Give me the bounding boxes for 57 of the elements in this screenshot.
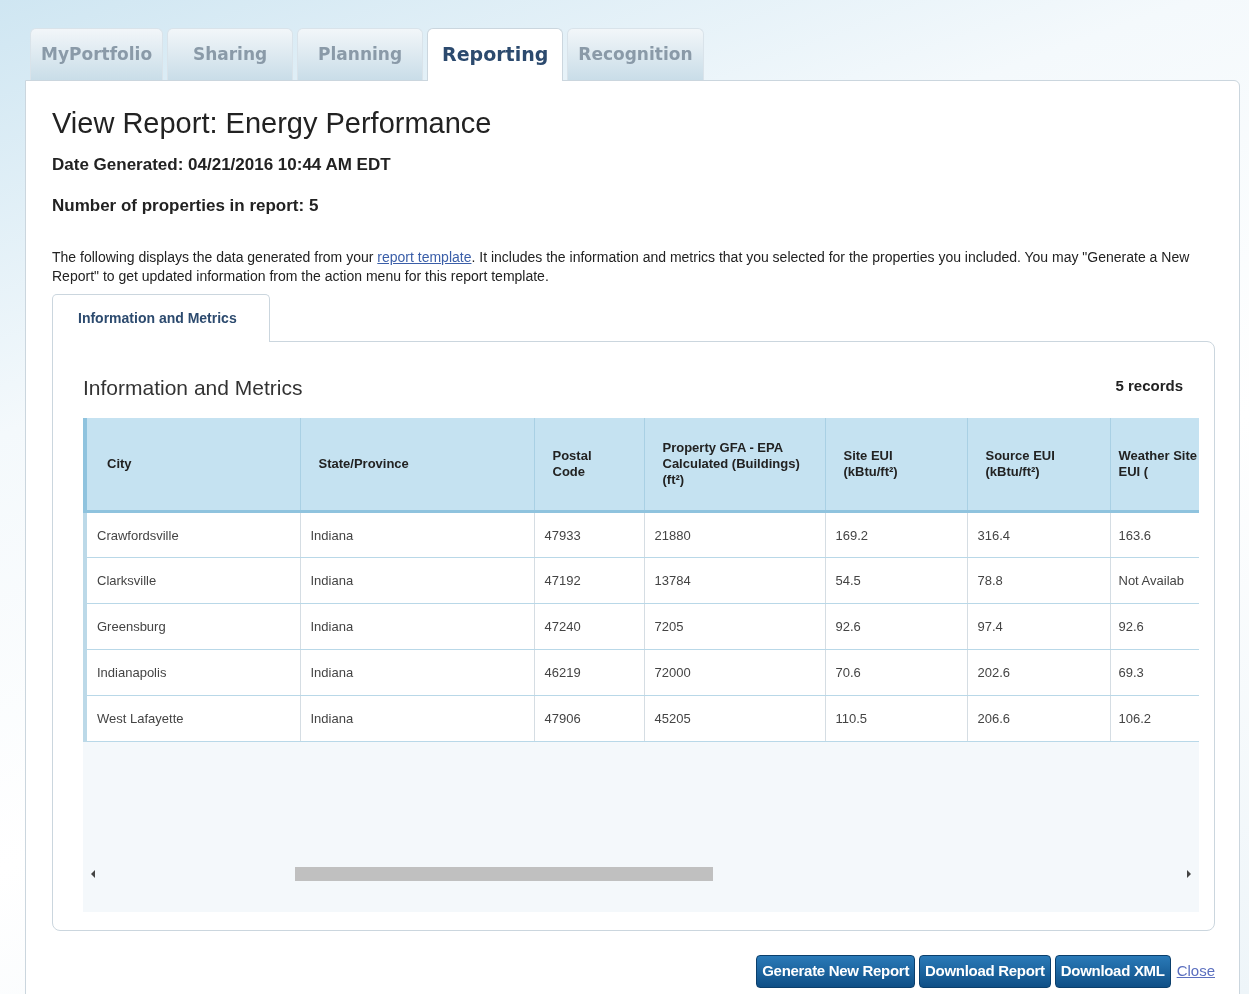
table-cell: 169.2 [825, 511, 967, 558]
close-link[interactable]: Close [1176, 960, 1215, 983]
table-cell: Indiana [300, 511, 534, 558]
table-cell: 92.6 [825, 603, 967, 650]
table-cell: 7205 [644, 603, 825, 650]
sub-tab[interactable]: Information and Metrics [52, 294, 270, 343]
table-cell: 70.6 [825, 649, 967, 696]
report-title: View Report: Energy Performance [52, 105, 493, 141]
action-button[interactable]: Generate New Report [756, 955, 916, 988]
table-cell: 13784 [644, 557, 825, 604]
table-cell: Indiana [300, 649, 534, 696]
date-generated: Date Generated: 04/21/2016 10:44 AM EDT [52, 154, 392, 177]
column-header[interactable]: Source EUI (kBtu/ft²) [967, 417, 1110, 512]
table-cell: 92.6 [1110, 603, 1199, 650]
table-cell: 45205 [644, 695, 825, 742]
table-cell: Indiana [300, 557, 534, 604]
table-cell: 78.8 [967, 557, 1110, 604]
table-cell: 21880 [644, 511, 825, 558]
property-count: Number of properties in report: 5 [52, 194, 320, 217]
table-cell: 47933 [534, 511, 644, 558]
table-cell: 110.5 [825, 695, 967, 742]
table-cell: 69.3 [1110, 649, 1199, 696]
table-cell: West Lafayette [85, 695, 300, 742]
table-cell: 72000 [644, 649, 825, 696]
table-cell: 47906 [534, 695, 644, 742]
column-header[interactable]: State/Province [300, 417, 534, 512]
record-count: 5 records [1115, 376, 1183, 397]
table-cell: Indiana [300, 695, 534, 742]
table-cell: Indianapolis [85, 649, 300, 696]
scroll-right-icon[interactable] [1187, 869, 1191, 878]
table-cell: 47240 [534, 603, 644, 650]
table-cell: 46219 [534, 649, 644, 696]
column-header[interactable]: City [85, 417, 300, 512]
table-cell: Clarksville [85, 557, 300, 604]
table-cell: 54.5 [825, 557, 967, 604]
intro-paragraph: The following displays the data generated from your report template. It includes the information and metrics that you selected for the properties you included. You may "Generate a New Report" to get updated information from the action menu for this report template. [52, 248, 1191, 287]
table-cell: 202.6 [967, 649, 1110, 696]
table-title: Information and Metrics [83, 375, 303, 402]
table-cell: 97.4 [967, 603, 1110, 650]
action-button[interactable]: Download Report [919, 955, 1051, 988]
column-header[interactable]: Postal Code [534, 417, 644, 512]
scrollbar-thumb[interactable] [295, 866, 713, 881]
table-cell: Crawfordsville [85, 511, 300, 558]
table-cell: 47192 [534, 557, 644, 604]
scroll-left-icon[interactable] [91, 869, 95, 878]
table-cell: Greensburg [85, 603, 300, 650]
table-cell: Not Availab [1110, 557, 1199, 604]
table-cell: 163.6 [1110, 511, 1199, 558]
column-header[interactable]: Site EUI (kBtu/ft²) [825, 417, 967, 512]
table-cell: 316.4 [967, 511, 1110, 558]
action-button[interactable]: Download XML [1054, 955, 1171, 988]
table-cell: 106.2 [1110, 695, 1199, 742]
table-cell: 206.6 [967, 695, 1110, 742]
nav-tab[interactable]: Reporting [427, 28, 564, 81]
column-header[interactable]: Weather Site EUI ( [1110, 417, 1199, 512]
column-header[interactable]: Property GFA - EPA Calculated (Buildings) (ft²) [644, 417, 825, 512]
table-cell: Indiana [300, 603, 534, 650]
